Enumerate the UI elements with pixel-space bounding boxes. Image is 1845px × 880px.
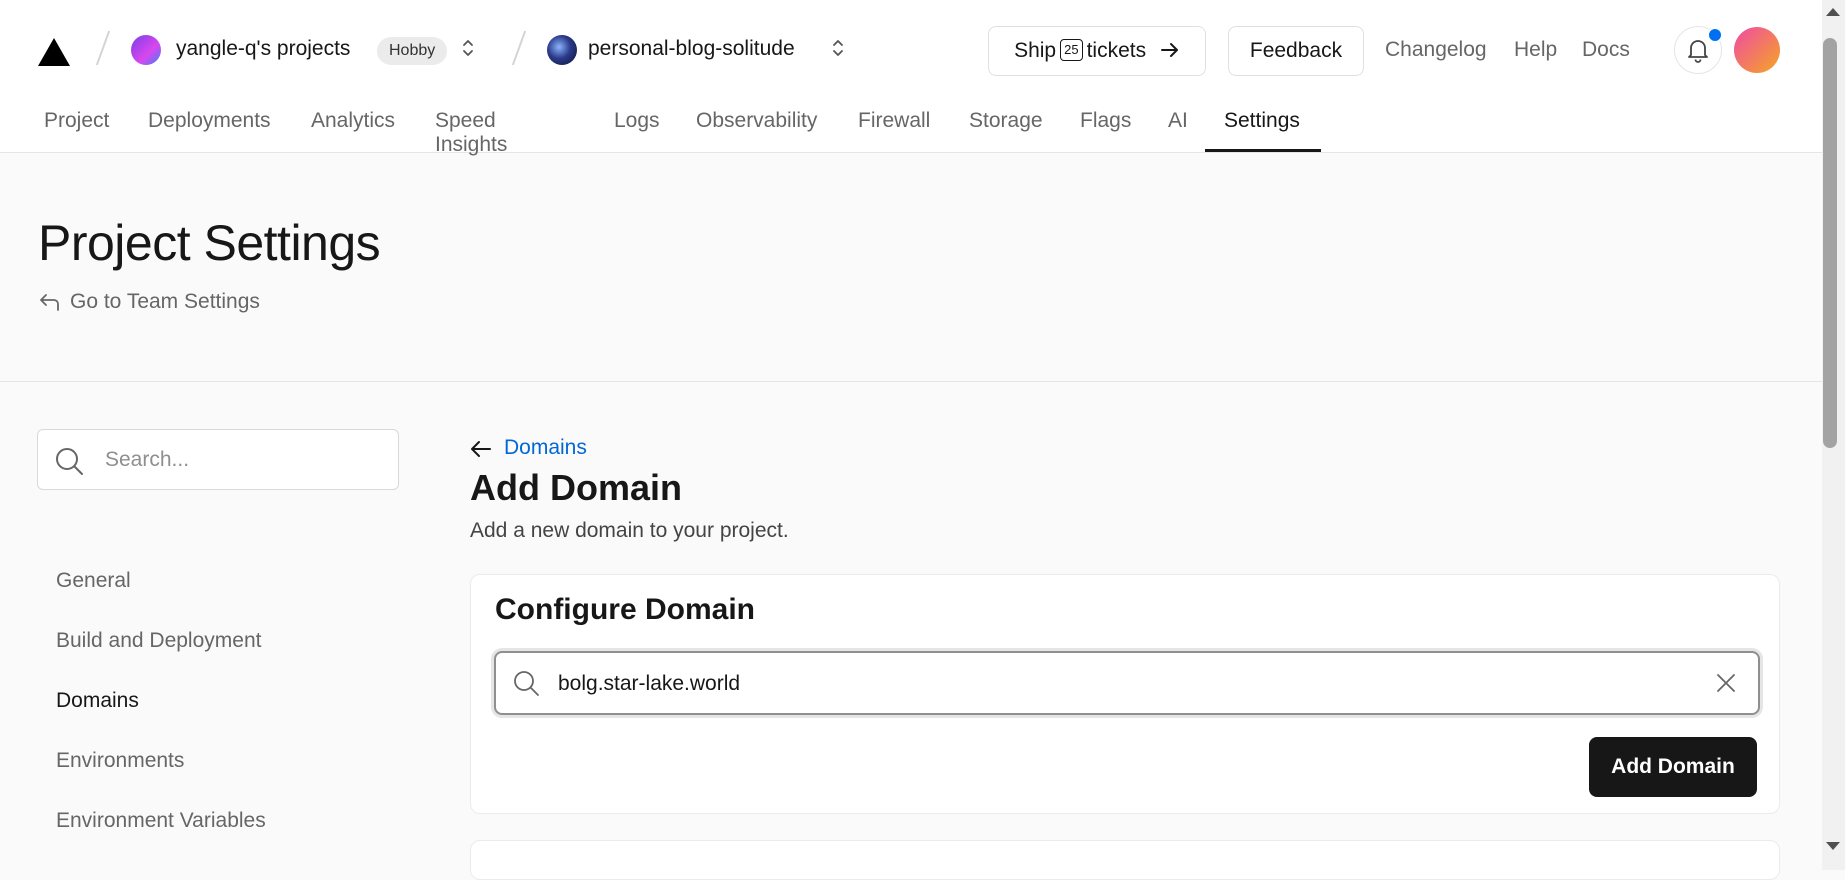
tab-logs[interactable]: Logs	[614, 109, 660, 133]
team-avatar[interactable]	[131, 35, 161, 65]
tab-observability[interactable]: Observability	[696, 109, 817, 133]
back-to-domains-link[interactable]: Domains	[470, 436, 587, 460]
arrow-right-icon	[1152, 39, 1180, 62]
domain-input-field[interactable]	[494, 651, 1760, 715]
bell-icon	[1675, 40, 1721, 77]
add-domain-button[interactable]: Add Domain	[1589, 737, 1757, 797]
tab-speed-insights[interactable]: Speed Insights	[435, 109, 507, 157]
ship-label: Ship	[1014, 39, 1057, 62]
plan-badge: Hobby	[377, 37, 448, 65]
project-switcher-chevron-icon[interactable]	[831, 36, 845, 62]
tab-deployments[interactable]: Deployments	[148, 109, 271, 133]
settings-search[interactable]	[37, 429, 399, 490]
add-domain-description: Add a new domain to your project.	[470, 519, 789, 542]
add-domain-heading: Add Domain	[470, 467, 682, 508]
sidebar-item-general[interactable]: General	[56, 569, 131, 593]
docs-link[interactable]: Docs	[1582, 38, 1630, 62]
team-switcher-chevron-icon[interactable]	[461, 36, 475, 62]
search-icon	[512, 669, 540, 702]
active-tab-indicator	[1205, 149, 1321, 152]
tab-project[interactable]: Project	[44, 109, 109, 133]
configure-domain-title: Configure Domain	[495, 593, 755, 626]
feedback-button[interactable]: Feedback	[1228, 26, 1364, 76]
changelog-link[interactable]: Changelog	[1385, 38, 1487, 62]
section-divider	[0, 381, 1822, 382]
scroll-down-arrow-icon[interactable]	[1826, 842, 1840, 850]
sidebar-item-build-and-deployment[interactable]: Build and Deployment	[56, 629, 261, 653]
domain-input[interactable]	[556, 667, 1660, 701]
ticket-count: 25	[1060, 39, 1083, 61]
settings-search-input[interactable]	[103, 444, 387, 476]
return-arrow-icon	[38, 290, 70, 313]
clear-icon[interactable]	[1714, 671, 1738, 700]
scroll-up-arrow-icon[interactable]	[1826, 8, 1840, 16]
tab-storage[interactable]: Storage	[969, 109, 1043, 133]
breadcrumb-separator	[511, 30, 527, 66]
team-settings-label: Go to Team Settings	[70, 290, 260, 313]
vercel-logo-icon[interactable]	[38, 38, 70, 66]
sidebar-item-environment-variables[interactable]: Environment Variables	[56, 809, 266, 833]
scrollbar-thumb[interactable]	[1823, 38, 1837, 448]
next-card	[470, 840, 1780, 880]
top-header: yangle-q's projects Hobby personal-blog-…	[0, 0, 1822, 156]
user-avatar[interactable]	[1734, 27, 1780, 73]
breadcrumb-separator	[95, 30, 111, 66]
arrow-left-icon	[470, 436, 504, 459]
notification-dot	[1707, 27, 1723, 43]
team-settings-link[interactable]: Go to Team Settings	[38, 290, 260, 314]
back-link-label: Domains	[504, 436, 587, 459]
sidebar-item-environments[interactable]: Environments	[56, 749, 184, 773]
page-title: Project Settings	[38, 215, 381, 271]
sidebar-item-domains[interactable]: Domains	[56, 689, 139, 713]
top-bar: yangle-q's projects Hobby personal-blog-…	[0, 0, 1822, 100]
configure-domain-card: Configure Domain Add Domain	[470, 574, 1780, 814]
help-link[interactable]: Help	[1514, 38, 1557, 62]
project-name[interactable]: personal-blog-solitude	[588, 37, 795, 61]
tab-flags[interactable]: Flags	[1080, 109, 1131, 133]
tab-firewall[interactable]: Firewall	[858, 109, 930, 133]
team-name[interactable]: yangle-q's projects	[176, 37, 350, 61]
project-avatar[interactable]	[547, 35, 577, 65]
tab-ai[interactable]: AI	[1168, 109, 1188, 133]
tickets-label: tickets	[1086, 39, 1147, 62]
ship-tickets-button[interactable]: Ship 25 tickets	[988, 26, 1206, 76]
tab-analytics[interactable]: Analytics	[311, 109, 395, 133]
tab-settings[interactable]: Settings	[1224, 109, 1300, 133]
